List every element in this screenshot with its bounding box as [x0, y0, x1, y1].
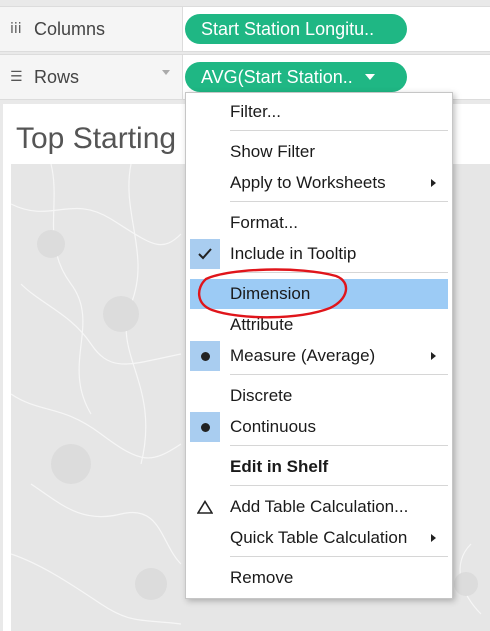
rows-dropdown-icon[interactable] — [162, 70, 170, 75]
selected-dot-icon — [190, 341, 220, 371]
menu-item-label: Measure (Average) — [230, 346, 376, 365]
selected-dot-icon — [190, 412, 220, 442]
viz-title: Top Starting — [16, 122, 177, 155]
menu-item-add-table-calculation[interactable]: Add Table Calculation... — [186, 492, 452, 522]
menu-separator — [230, 485, 448, 486]
columns-shelf-label: iii Columns — [0, 7, 183, 51]
menu-item-continuous[interactable]: Continuous — [186, 412, 452, 442]
menu-separator — [230, 201, 448, 202]
rows-pill-label: AVG(Start Station.. — [201, 66, 353, 87]
rows-icon: ☰ — [10, 69, 23, 85]
menu-separator — [230, 272, 448, 273]
menu-item-label: Filter... — [230, 102, 282, 121]
columns-icon: iii — [10, 21, 22, 37]
menu-item-label: Apply to Worksheets — [230, 173, 386, 192]
menu-item-label: Continuous — [230, 417, 317, 436]
menu-item-label: Dimension — [230, 284, 311, 303]
menu-item-label: Add Table Calculation... — [230, 497, 409, 516]
columns-pill-label: Start Station Longitu.. — [201, 18, 375, 39]
menu-separator — [230, 130, 448, 131]
submenu-arrow-icon — [431, 534, 436, 542]
menu-item-label: Show Filter — [230, 142, 316, 161]
menu-item-label: Discrete — [230, 386, 293, 405]
menu-item-label: Edit in Shelf — [230, 457, 329, 476]
menu-item-label: Quick Table Calculation — [230, 528, 408, 547]
menu-item-quick-table-calculation[interactable]: Quick Table Calculation — [186, 523, 452, 553]
pill-context-menu: Filter... Show Filter Apply to Worksheet… — [185, 92, 453, 599]
menu-item-include-in-tooltip[interactable]: Include in Tooltip — [186, 239, 452, 269]
menu-item-label: Remove — [230, 568, 294, 587]
chevron-down-icon[interactable] — [364, 74, 375, 80]
columns-label: Columns — [34, 18, 106, 39]
submenu-arrow-icon — [431, 352, 436, 360]
menu-item-format[interactable]: Format... — [186, 208, 452, 238]
menu-item-remove[interactable]: Remove — [186, 563, 452, 593]
menu-item-label: Format... — [230, 213, 299, 232]
menu-separator — [230, 445, 448, 446]
triangle-icon — [190, 492, 220, 522]
menu-item-filter[interactable]: Filter... — [186, 97, 452, 127]
menu-item-discrete[interactable]: Discrete — [186, 381, 452, 411]
menu-item-show-filter[interactable]: Show Filter — [186, 137, 452, 167]
menu-separator — [230, 374, 448, 375]
checkmark-icon — [190, 239, 220, 269]
menu-separator — [230, 556, 448, 557]
menu-item-edit-in-shelf[interactable]: Edit in Shelf — [186, 452, 452, 482]
menu-item-attribute[interactable]: Attribute — [186, 310, 452, 340]
menu-item-apply-to-worksheets[interactable]: Apply to Worksheets — [186, 168, 452, 198]
rows-label: Rows — [34, 66, 80, 87]
rows-pill[interactable]: AVG(Start Station.. — [185, 62, 407, 92]
submenu-arrow-icon — [431, 179, 436, 187]
rows-shelf-label: ☰ Rows — [0, 55, 183, 99]
menu-item-measure-average[interactable]: Measure (Average) — [186, 341, 452, 371]
menu-item-label: Include in Tooltip — [230, 244, 357, 263]
menu-item-dimension[interactable]: Dimension — [190, 279, 448, 309]
columns-shelf: iii Columns Start Station Longitu.. — [0, 6, 490, 52]
menu-item-label: Attribute — [230, 315, 294, 334]
columns-pill[interactable]: Start Station Longitu.. — [185, 14, 407, 44]
